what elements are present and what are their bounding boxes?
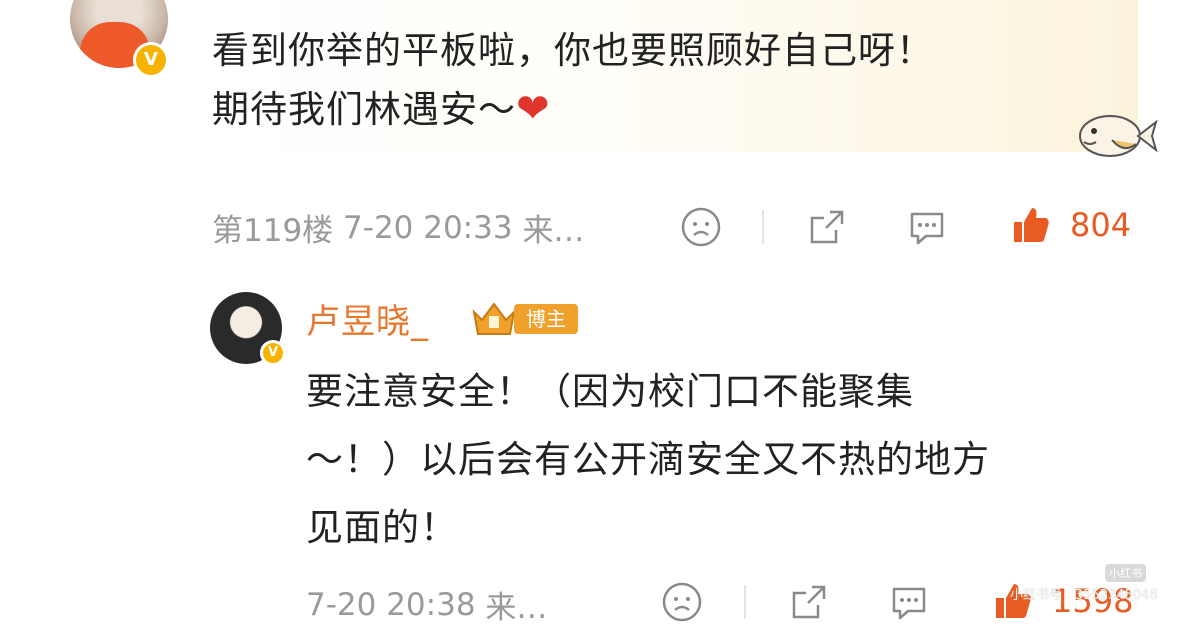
thumbs-up-icon[interactable]: [1010, 204, 1052, 246]
divider: [762, 210, 764, 244]
comment-text: 看到你举的平板啦，你也要照顾好自己呀！ 期待我们林遇安～❤: [212, 22, 934, 139]
verified-v-icon: V: [260, 340, 286, 366]
reply-meta: 7-20 20:38 来…: [306, 582, 547, 627]
fish-sticker-icon: [1079, 115, 1158, 157]
reply-time: 7-20 20:38: [306, 586, 476, 623]
badge-label: 博主: [514, 304, 578, 334]
heart-icon: ❤: [516, 86, 551, 132]
comment-text-line1: 看到你举的平板啦，你也要照顾好自己呀！: [212, 29, 934, 72]
reply-text-line2: ～！）以后会有公开滴安全又不热的地方: [306, 438, 990, 481]
comment-text-line2-wrap: 期待我们林遇安～❤: [212, 80, 934, 139]
reply-source: 来…: [485, 590, 548, 626]
like-count: 804: [1070, 206, 1132, 244]
share-icon[interactable]: [788, 581, 830, 623]
dislike-face-icon[interactable]: [661, 581, 703, 623]
comment-text-line2: 期待我们林遇安～: [212, 88, 516, 131]
reply-text: 要注意安全！（因为校门口不能聚集 ～！）以后会有公开滴安全又不热的地方 见面的！: [306, 358, 1146, 562]
watermark-text: 小红书号：3552345048: [1010, 588, 1158, 603]
reply-text-line1: 要注意安全！（因为校门口不能聚集: [306, 370, 914, 413]
watermark-logo: 小红书: [1105, 564, 1146, 582]
crown-icon: [472, 302, 516, 335]
author-name[interactable]: 卢昱晓_: [306, 294, 429, 343]
verified-v-icon: V: [133, 42, 169, 78]
reply-text-line3: 见面的！: [306, 506, 458, 549]
comment-icon[interactable]: [888, 581, 930, 623]
comment-source: 来…: [522, 213, 585, 249]
comment-time: 7-20 20:33: [343, 209, 513, 246]
share-icon[interactable]: [806, 206, 848, 248]
divider: [744, 585, 746, 619]
comment-meta: 第119楼 7-20 20:33 来…: [212, 205, 584, 250]
comment-icon[interactable]: [906, 206, 948, 248]
blogger-badge: 博主: [470, 300, 580, 338]
dislike-face-icon[interactable]: [680, 206, 722, 248]
floor-number: 第119楼: [212, 213, 334, 249]
weibo-comment-thread: V 看到你举的平板啦，你也要照顾好自己呀！ 期待我们林遇安～❤ 第119楼 7-…: [0, 0, 1180, 634]
